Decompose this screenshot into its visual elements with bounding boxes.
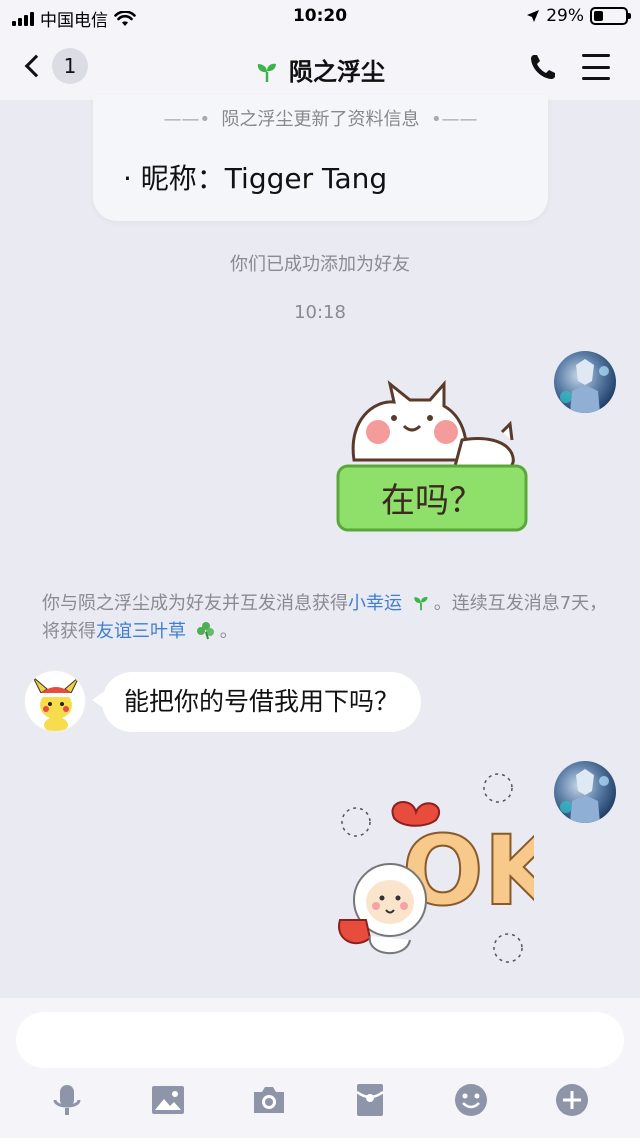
sprout-icon: [414, 597, 428, 611]
friendship-luck-notice: 你与陨之浮尘成为好友并互发消息获得小幸运 。连续互发消息7天，将获得友谊三叶草 …: [42, 590, 612, 646]
chat-title-text: 陨之浮尘: [289, 58, 385, 86]
divider-right: •——: [419, 109, 478, 130]
self-avatar[interactable]: [554, 351, 616, 413]
profile-update-text: 陨之浮尘更新了资料信息: [221, 109, 420, 130]
microphone-icon[interactable]: [49, 1082, 85, 1118]
status-right: 29%: [526, 6, 631, 26]
profile-update-card: ——• 陨之浮尘更新了资料信息 •—— · 昵称：Tigger Tang: [93, 95, 548, 221]
menu-line: [582, 65, 610, 69]
luck-note-text-3: 。: [219, 621, 238, 642]
friend-added-notice: 你们已成功添加为好友: [230, 254, 410, 275]
peer-avatar[interactable]: [24, 670, 86, 732]
camera-icon[interactable]: [251, 1082, 287, 1118]
peer-avatar-art: [32, 676, 80, 731]
peer-message-bubble[interactable]: 能把你的号借我用下吗？: [91, 672, 422, 732]
sticker-caption: 在吗？: [381, 481, 483, 521]
plus-icon[interactable]: [554, 1082, 590, 1118]
sticker-cat-asking[interactable]: 在吗？: [334, 380, 530, 536]
red-packet-icon[interactable]: [352, 1082, 388, 1118]
friendship-clover-link[interactable]: 友谊三叶草: [96, 621, 186, 642]
image-icon[interactable]: [150, 1082, 186, 1118]
phone-call-button[interactable]: [528, 52, 558, 82]
battery-fill: [594, 11, 603, 21]
self-avatar[interactable]: [554, 761, 616, 823]
chat-header: 1 陨之浮尘: [0, 34, 640, 100]
chat-input-area: [0, 998, 640, 1138]
battery-icon: [590, 7, 631, 25]
sticker-ok[interactable]: OK: [330, 770, 534, 966]
self-avatar-art: [560, 769, 609, 823]
status-bar: 中国电信 10:20 29%: [0, 0, 640, 34]
profile-update-line: ——• 陨之浮尘更新了资料信息 •——: [93, 105, 548, 131]
divider-left: ——•: [163, 109, 222, 130]
message-input[interactable]: [16, 1012, 624, 1068]
battery-percent: 29%: [546, 6, 584, 26]
emoji-icon[interactable]: [453, 1082, 489, 1118]
clover-icon: [196, 622, 214, 640]
location-arrow-icon: [527, 10, 540, 22]
sprout-icon: [257, 63, 276, 82]
message-timestamp: 10:18: [294, 302, 346, 323]
menu-line: [582, 54, 610, 57]
menu-line: [582, 77, 610, 80]
self-avatar-art: [560, 359, 609, 413]
little-luck-link[interactable]: 小幸运: [348, 593, 402, 614]
nickname-field: · 昵称：Tigger Tang: [123, 162, 388, 195]
menu-button[interactable]: [582, 54, 610, 80]
luck-note-text-1: 你与陨之浮尘成为好友并互发消息获得: [42, 593, 348, 614]
